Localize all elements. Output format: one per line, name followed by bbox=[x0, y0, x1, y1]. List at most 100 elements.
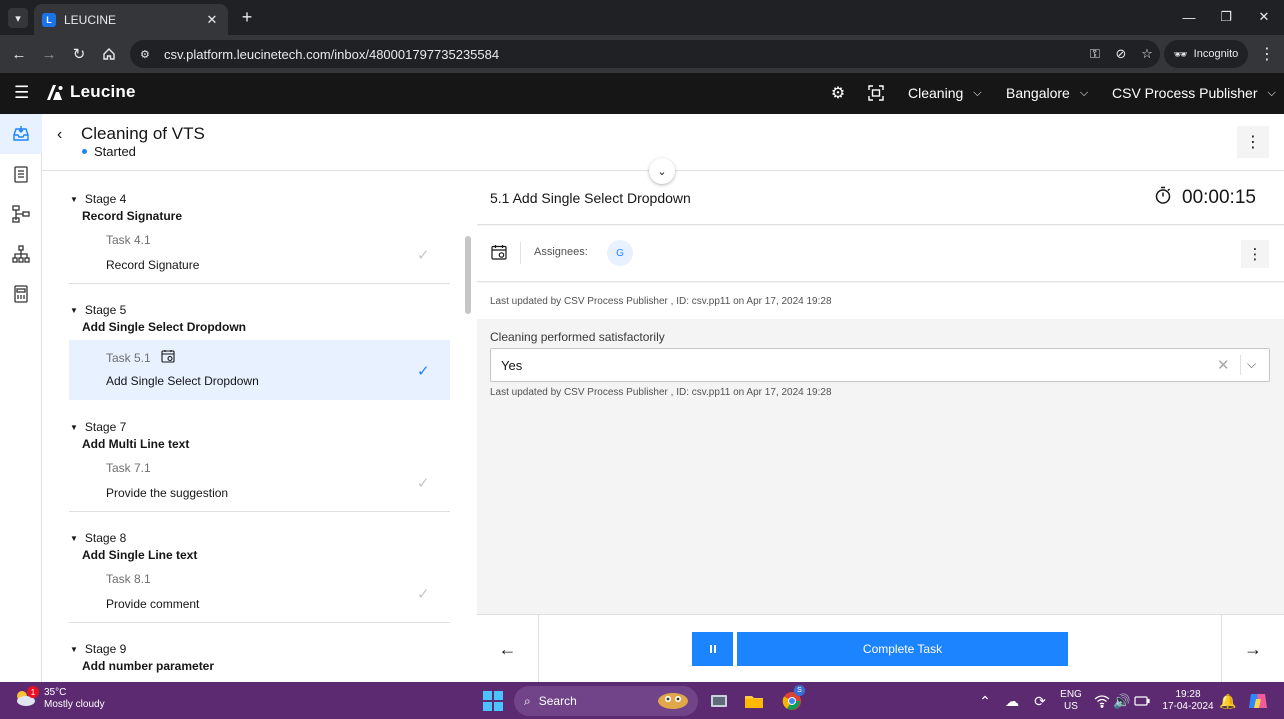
app-header: ☰ Leucine ⚙ Cleaning ⌵ Bangalore ⌵ CSV P… bbox=[0, 73, 1284, 114]
caret-down-icon: ▼ bbox=[70, 533, 78, 543]
windows-start-icon[interactable] bbox=[483, 691, 503, 711]
clock[interactable]: 19:28 17-04-2024 bbox=[1158, 689, 1218, 713]
task-number: Task 5.1 bbox=[106, 350, 151, 365]
parameter-label: Cleaning performed satisfactorily bbox=[490, 330, 665, 344]
leucine-logo[interactable]: Leucine bbox=[44, 82, 136, 102]
clear-selection-icon[interactable]: ✕ bbox=[1217, 356, 1230, 374]
single-select-dropdown[interactable]: Yes ✕ ⌵ bbox=[490, 348, 1270, 382]
battery-icon[interactable] bbox=[1130, 689, 1154, 713]
stage-header[interactable]: ▼ Stage 5 Add Single Select Dropdown bbox=[70, 303, 246, 334]
tab-close-icon[interactable]: ✕ bbox=[204, 12, 220, 28]
checkmark-icon: ✓ bbox=[417, 363, 430, 380]
task-row[interactable]: Task 4.1 Record Signature ✓ bbox=[69, 224, 450, 284]
caret-down-icon: ▼ bbox=[70, 422, 78, 432]
stage-name: Record Signature bbox=[82, 209, 183, 223]
language-indicator[interactable]: ENG US bbox=[1058, 689, 1084, 713]
hierarchy-icon[interactable] bbox=[0, 234, 42, 274]
hamburger-menu-icon[interactable]: ☰ bbox=[14, 84, 32, 102]
keyboard-region: US bbox=[1064, 701, 1078, 712]
task-number: Task 7.1 bbox=[106, 461, 151, 475]
site-dropdown[interactable]: Bangalore ⌵ bbox=[1006, 85, 1088, 101]
settings-gear-icon[interactable]: ⚙ bbox=[828, 83, 848, 103]
leucine-favicon-icon: L bbox=[42, 12, 56, 27]
stage-header[interactable]: ▼ Stage 7 Add Multi Line text bbox=[70, 420, 189, 451]
weather-widget[interactable]: 1 35°C Mostly cloudy bbox=[14, 686, 105, 711]
status-dot-icon bbox=[82, 149, 87, 154]
taskbar-search[interactable]: ⌕ Search bbox=[514, 686, 698, 716]
inbox-icon[interactable] bbox=[0, 114, 42, 154]
show-hidden-icons-chevron-icon[interactable]: ⌃ bbox=[973, 689, 997, 713]
nav-rail bbox=[0, 114, 42, 682]
task-name: Provide the suggestion bbox=[106, 486, 229, 500]
browser-menu-icon[interactable]: ⋮ bbox=[1258, 43, 1276, 65]
window-close-icon[interactable]: ✕ bbox=[1249, 6, 1279, 28]
task-list-scrollbar[interactable] bbox=[465, 236, 471, 314]
bookmark-star-icon[interactable]: ☆ bbox=[1134, 46, 1160, 62]
complete-task-button[interactable]: Complete Task bbox=[737, 632, 1068, 666]
onedrive-cloud-icon[interactable]: ☁ bbox=[1000, 689, 1024, 713]
chevron-down-icon: ⌵ bbox=[973, 86, 982, 99]
stage-header[interactable]: ▼ Stage 4 Record Signature bbox=[70, 192, 182, 223]
role-label: CSV Process Publisher bbox=[1112, 85, 1258, 101]
stage-header[interactable]: ▼ Stage 8 Add Single Line text bbox=[70, 531, 197, 562]
browser-back-icon[interactable]: ← bbox=[8, 43, 30, 65]
copilot-icon[interactable] bbox=[1246, 689, 1270, 713]
stage-header[interactable]: ▼ Stage 9 Add number parameter bbox=[70, 642, 214, 673]
task-view-icon[interactable] bbox=[707, 689, 731, 713]
clock-time: 19:28 bbox=[1175, 689, 1201, 700]
calendar-schedule-icon bbox=[161, 349, 175, 366]
chevron-down-icon[interactable]: ⌵ bbox=[1247, 357, 1256, 372]
scan-qr-icon[interactable] bbox=[866, 83, 886, 103]
restore-icon[interactable]: ❐ bbox=[1211, 6, 1241, 28]
home-icon[interactable] bbox=[98, 43, 120, 65]
page-more-options-icon[interactable]: ⋮ bbox=[1237, 126, 1269, 158]
pause-button[interactable] bbox=[692, 632, 733, 666]
assignee-avatar[interactable]: G bbox=[607, 240, 633, 266]
browser-forward-icon[interactable]: → bbox=[38, 43, 60, 65]
address-bar[interactable]: ⚙ csv.platform.leucinetech.com/inbox/480… bbox=[130, 40, 1160, 68]
back-arrow-icon[interactable]: ‹ bbox=[57, 126, 73, 143]
site-settings-icon[interactable]: ⚙ bbox=[140, 48, 158, 61]
stage-name: Add Single Select Dropdown bbox=[82, 320, 247, 334]
reload-icon[interactable]: ↻ bbox=[68, 43, 90, 65]
sync-icon[interactable]: ⟳ bbox=[1028, 689, 1052, 713]
browser-tabbar: ▾ L LEUCINE ✕ + — ❐ ✕ bbox=[0, 0, 1284, 35]
password-key-icon[interactable]: ⚿ bbox=[1082, 46, 1108, 62]
file-explorer-icon[interactable] bbox=[742, 689, 766, 713]
stopwatch-icon bbox=[1154, 186, 1172, 210]
task-row-selected[interactable]: Task 5.1 Add Single Select Dropdown ✓ bbox=[69, 340, 450, 400]
task-last-updated: Last updated by CSV Process Publisher , … bbox=[490, 296, 832, 307]
notification-bell-icon[interactable]: 🔔 bbox=[1216, 689, 1240, 713]
task-number: Task 4.1 bbox=[106, 233, 151, 247]
eye-off-icon[interactable]: ⊘ bbox=[1108, 46, 1134, 62]
stage-task-list: ▼ Stage 4 Record Signature Task 4.1 Recor… bbox=[42, 172, 462, 682]
incognito-badge[interactable]: 🕶 Incognito bbox=[1164, 40, 1248, 68]
incognito-label: Incognito bbox=[1193, 48, 1239, 60]
reports-icon[interactable] bbox=[0, 274, 42, 314]
collapse-header-chevron-icon[interactable]: ⌄ bbox=[649, 158, 675, 184]
tab-search-chevron-icon[interactable]: ▾ bbox=[8, 8, 28, 28]
facility-dropdown[interactable]: Cleaning ⌵ bbox=[908, 85, 982, 101]
stage-number: Stage 8 bbox=[84, 531, 127, 545]
task-more-options-icon[interactable]: ⋮ bbox=[1241, 240, 1269, 268]
previous-task-arrow-icon[interactable]: ← bbox=[477, 615, 539, 683]
process-flow-icon[interactable] bbox=[0, 194, 42, 234]
chevron-down-icon: ⌵ bbox=[1079, 86, 1089, 99]
site-label: Bangalore bbox=[1006, 85, 1070, 101]
stage-number: Stage 9 bbox=[84, 642, 127, 656]
minimize-icon[interactable]: — bbox=[1174, 6, 1204, 28]
stage-number: Stage 4 bbox=[84, 192, 127, 206]
cloudy-weather-icon: 1 bbox=[14, 686, 39, 709]
task-row[interactable]: Task 8.1 Provide comment ✓ bbox=[69, 563, 450, 623]
next-task-arrow-icon[interactable]: → bbox=[1221, 615, 1284, 683]
calendar-schedule-icon[interactable] bbox=[491, 244, 507, 260]
task-row[interactable]: Task 7.1 Provide the suggestion ✓ bbox=[69, 452, 450, 512]
chrome-icon[interactable]: S bbox=[780, 685, 805, 713]
browser-tab[interactable]: L LEUCINE ✕ bbox=[34, 4, 228, 35]
new-tab-plus-icon[interactable]: + bbox=[236, 6, 258, 28]
role-dropdown[interactable]: CSV Process Publisher ⌵ bbox=[1112, 85, 1276, 101]
url-text: csv.platform.leucinetech.com/inbox/48000… bbox=[164, 46, 500, 62]
task-title: 5.1 Add Single Select Dropdown bbox=[490, 190, 691, 206]
task-last-updated-row: Last updated by CSV Process Publisher , … bbox=[477, 283, 1284, 319]
checklist-icon[interactable] bbox=[0, 154, 42, 194]
